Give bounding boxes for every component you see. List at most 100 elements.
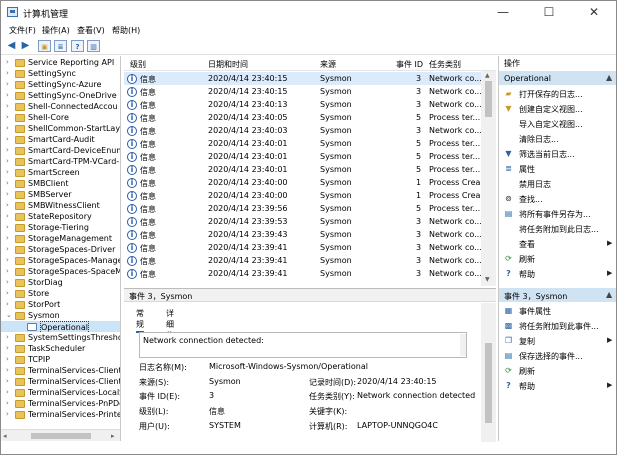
actions-group-event[interactable]: 事件 3，Sysmon ▲ <box>499 288 616 302</box>
scroll-left-icon[interactable]: ◂ <box>3 430 7 441</box>
folder-up-icon[interactable]: ▣ <box>38 40 51 52</box>
expand-arrow-icon[interactable]: › <box>6 365 9 376</box>
expand-arrow-icon[interactable]: › <box>6 387 9 398</box>
expand-arrow-icon[interactable]: › <box>6 90 9 101</box>
action-help[interactable]: ? 帮助 ▶ <box>499 266 616 281</box>
scrollbar-thumb[interactable] <box>485 81 492 117</box>
tree-item[interactable]: › TaskScheduler <box>1 343 120 354</box>
tree-item[interactable]: › SmartScreen <box>1 167 120 178</box>
expand-arrow-icon[interactable]: › <box>6 277 9 288</box>
event-row[interactable]: i 信息 2020/4/14 23:40:13 Sysmon 3 Network co..… <box>124 98 481 111</box>
expand-arrow-icon[interactable]: › <box>6 409 9 420</box>
tree-item[interactable]: › StorageManagement <box>1 233 120 244</box>
tree-item[interactable]: › TerminalServices-PnPDe <box>1 398 120 409</box>
tree-item[interactable]: › StorDiag <box>1 277 120 288</box>
expand-arrow-icon[interactable]: › <box>6 233 9 244</box>
properties-icon[interactable]: ≣ <box>54 40 67 52</box>
tree-item[interactable]: › Shell-ConnectedAccou <box>1 101 120 112</box>
tree-item[interactable]: › SmartCard-DeviceEnum <box>1 145 120 156</box>
event-row[interactable]: i 信息 2020/4/14 23:39:41 Sysmon 3 Network co..… <box>124 241 481 254</box>
tree-item[interactable]: › StorPort <box>1 299 120 310</box>
scroll-up-icon[interactable]: ▲ <box>485 72 490 79</box>
column-event-id[interactable]: 事件 ID <box>396 59 423 70</box>
expand-arrow-icon[interactable]: › <box>6 68 9 79</box>
maximize-button[interactable]: ☐ <box>527 1 571 24</box>
tree-item[interactable]: › SettingSync <box>1 68 120 79</box>
action-help-event[interactable]: ? 帮助 ▶ <box>499 378 616 393</box>
event-row[interactable]: i 信息 2020/4/14 23:39:41 Sysmon 3 Network co..… <box>124 254 481 267</box>
expand-arrow-icon[interactable]: › <box>6 376 9 387</box>
scrollbar-thumb[interactable] <box>485 343 492 423</box>
tree-item-sysmon[interactable]: ⌄ Sysmon <box>1 310 120 321</box>
tree-item[interactable]: › SystemSettingsThreshol <box>1 332 120 343</box>
event-description[interactable]: Network connection detected: <box>139 332 467 358</box>
scroll-down-icon[interactable]: ▼ <box>485 276 490 283</box>
menu-help[interactable]: 帮助(H) <box>112 25 140 36</box>
tree-horizontal-scrollbar[interactable]: ◂ ▸ <box>1 429 120 441</box>
description-scrollbar[interactable] <box>460 334 466 356</box>
action-create-custom-view[interactable]: ▼ 创建自定义视图... <box>499 101 616 116</box>
tree-item[interactable]: › TCPIP <box>1 354 120 365</box>
tree-item[interactable]: › SMBClient <box>1 178 120 189</box>
action-filter-current-log[interactable]: ▼ 筛选当前日志... <box>499 146 616 161</box>
expand-arrow-icon[interactable]: › <box>6 343 9 354</box>
expand-arrow-icon[interactable]: › <box>6 123 9 134</box>
action-save-selected-events[interactable]: ▤ 保存选择的事件... <box>499 348 616 363</box>
expand-arrow-icon[interactable]: › <box>6 200 9 211</box>
action-view[interactable]: 查看 ▶ <box>499 236 616 251</box>
tree-item[interactable]: › ShellCommon-StartLay <box>1 123 120 134</box>
event-row[interactable]: i 信息 2020/4/14 23:39:43 Sysmon 3 Network co..… <box>124 228 481 241</box>
event-row[interactable]: i 信息 2020/4/14 23:39:41 Sysmon 3 Network co..… <box>124 267 481 280</box>
expand-arrow-icon[interactable]: › <box>6 354 9 365</box>
tree-item[interactable]: › SMBWitnessClient <box>1 200 120 211</box>
event-row[interactable]: i 信息 2020/4/14 23:40:01 Sysmon 5 Process ter.… <box>124 150 481 163</box>
expand-arrow-icon[interactable]: › <box>6 222 9 233</box>
expand-arrow-icon[interactable]: › <box>6 244 9 255</box>
tree-item[interactable]: › SmartCard-TPM-VCard- <box>1 156 120 167</box>
action-open-saved-log[interactable]: ▰ 打开保存的日志... <box>499 86 616 101</box>
expand-arrow-icon[interactable]: › <box>6 398 9 409</box>
tree-item[interactable]: › SettingSync-Azure <box>1 79 120 90</box>
event-row[interactable]: i 信息 2020/4/14 23:39:56 Sysmon 5 Process ter.… <box>124 202 481 215</box>
action-save-all-events[interactable]: ▤ 将所有事件另存为... <box>499 206 616 221</box>
action-event-properties[interactable]: ▦ 事件属性 <box>499 303 616 318</box>
panel-icon[interactable]: ▥ <box>87 40 100 52</box>
tree-item[interactable]: › TerminalServices-LocalS <box>1 387 120 398</box>
event-row[interactable]: i 信息 2020/4/14 23:40:00 Sysmon 1 Process Crea… <box>124 176 481 189</box>
action-clear-log[interactable]: 清除日志... <box>499 131 616 146</box>
tree-item[interactable]: › StorageSpaces-Driver <box>1 244 120 255</box>
expand-arrow-icon[interactable]: › <box>6 145 9 156</box>
action-copy[interactable]: ❐ 复制 ▶ <box>499 333 616 348</box>
expand-arrow-icon[interactable]: › <box>6 112 9 123</box>
menu-action[interactable]: 操作(A) <box>42 25 70 36</box>
expand-arrow-icon[interactable]: › <box>6 178 9 189</box>
forward-arrow-icon[interactable]: ▶ <box>19 40 32 52</box>
collapse-caret-icon[interactable]: ▲ <box>606 290 612 299</box>
detail-scrollbar[interactable] <box>481 303 496 442</box>
expand-arrow-icon[interactable]: › <box>6 134 9 145</box>
tree-item[interactable]: › SMBServer <box>1 189 120 200</box>
expand-arrow-icon[interactable]: › <box>6 266 9 277</box>
action-properties[interactable]: ≣ 属性 <box>499 161 616 176</box>
expand-arrow-icon[interactable]: › <box>6 79 9 90</box>
collapse-caret-icon[interactable]: ▲ <box>606 73 612 82</box>
event-row[interactable]: i 信息 2020/4/14 23:40:01 Sysmon 5 Process ter.… <box>124 163 481 176</box>
tree-item[interactable]: › SmartCard-Audit <box>1 134 120 145</box>
action-import-custom-view[interactable]: 导入自定义视图... <box>499 116 616 131</box>
action-disable-log[interactable]: 禁用日志 <box>499 176 616 191</box>
expand-arrow-icon[interactable]: › <box>6 167 9 178</box>
action-attach-task-to-log[interactable]: 将任务附加到此日志... <box>499 221 616 236</box>
scroll-right-icon[interactable]: ▸ <box>111 430 115 441</box>
scrollbar-thumb[interactable] <box>31 433 91 439</box>
expand-arrow-icon[interactable]: › <box>6 156 9 167</box>
expand-arrow-icon[interactable]: › <box>6 57 9 68</box>
tab-general[interactable]: 常规 <box>136 308 144 333</box>
action-attach-task-to-event[interactable]: ▩ 将任务附加到此事件... <box>499 318 616 333</box>
actions-group-operational[interactable]: Operational ▲ <box>499 71 616 85</box>
column-level[interactable]: 级别 <box>130 59 146 70</box>
close-button[interactable]: ✕ <box>572 1 616 24</box>
event-row[interactable]: i 信息 2020/4/14 23:40:03 Sysmon 3 Network co..… <box>124 124 481 137</box>
menu-file[interactable]: 文件(F) <box>9 25 36 36</box>
minimize-button[interactable]: — <box>481 1 525 24</box>
expand-arrow-icon[interactable]: › <box>6 332 9 343</box>
